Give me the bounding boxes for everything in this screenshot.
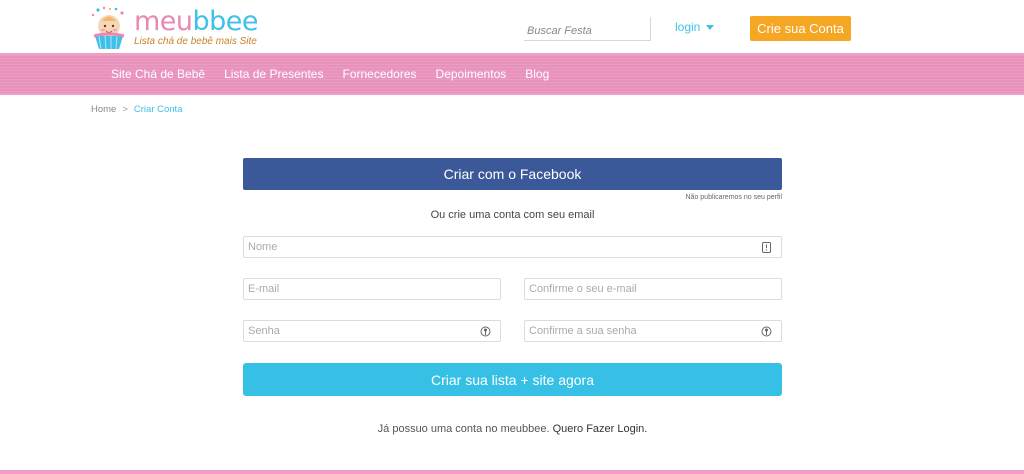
breadcrumb-current: Criar Conta xyxy=(133,104,183,115)
key-icon xyxy=(761,326,772,337)
login-link[interactable]: Quero Fazer Login. xyxy=(553,423,648,435)
key-icon xyxy=(480,326,491,337)
password-confirm-input[interactable] xyxy=(525,321,781,341)
nav-item-site-cha-de-bebe[interactable]: Site Chá de Bebê xyxy=(111,67,205,81)
name-field[interactable] xyxy=(243,236,782,258)
id-card-icon xyxy=(762,242,771,253)
baby-cupcake-icon xyxy=(91,6,125,50)
chevron-down-icon xyxy=(706,25,715,31)
logo[interactable]: meubbee Lista chá de bebê mais Site xyxy=(88,6,268,50)
email-field[interactable] xyxy=(243,278,501,300)
nav-item-fornecedores[interactable]: Fornecedores xyxy=(342,67,416,81)
existing-account-text: Já possuo uma conta no meubbee. Quero Fa… xyxy=(243,423,782,435)
page: meubbee Lista chá de bebê mais Site logi… xyxy=(0,0,1024,474)
logo-word-meu: meu xyxy=(134,6,193,37)
breadcrumb-home[interactable]: Home xyxy=(91,104,116,115)
nav-item-depoimentos[interactable]: Depoimentos xyxy=(436,67,507,81)
name-input[interactable] xyxy=(244,237,781,257)
password-input[interactable] xyxy=(244,321,500,341)
create-list-button[interactable]: Criar sua lista + site agora xyxy=(243,363,782,396)
logo-wordmark: meubbee xyxy=(134,6,259,37)
nav-item-blog[interactable]: Blog xyxy=(525,67,549,81)
password-confirm-field[interactable] xyxy=(524,320,782,342)
email-confirm-field[interactable] xyxy=(524,278,782,300)
main-nav: Site Chá de Bebê Lista de Presentes Forn… xyxy=(0,53,1024,95)
nav-item-lista-de-presentes[interactable]: Lista de Presentes xyxy=(224,67,323,81)
create-account-button[interactable]: Crie sua Conta xyxy=(750,16,851,41)
search-input[interactable] xyxy=(524,17,651,41)
login-dropdown[interactable]: login xyxy=(675,20,715,34)
nav-items: Site Chá de Bebê Lista de Presentes Forn… xyxy=(111,67,568,81)
or-email-text: Ou crie uma conta com seu email xyxy=(430,209,595,221)
login-label: login xyxy=(675,20,701,34)
header: meubbee Lista chá de bebê mais Site logi… xyxy=(0,0,1024,53)
logo-tagline: Lista chá de bebê mais Site xyxy=(134,36,257,47)
facebook-note: Não publicaremos no seu perfil xyxy=(685,194,783,201)
email-confirm-input[interactable] xyxy=(525,279,781,299)
password-field[interactable] xyxy=(243,320,501,342)
email-input[interactable] xyxy=(244,279,500,299)
facebook-signup-button[interactable]: Criar com o Facebook xyxy=(243,158,782,190)
existing-account-label: Já possuo uma conta no meubbee. xyxy=(377,423,550,435)
footer-line xyxy=(0,470,1024,474)
breadcrumb-separator: > xyxy=(122,104,128,115)
breadcrumb: Home > Criar Conta xyxy=(91,104,182,115)
logo-word-bbee: bbee xyxy=(192,6,259,37)
